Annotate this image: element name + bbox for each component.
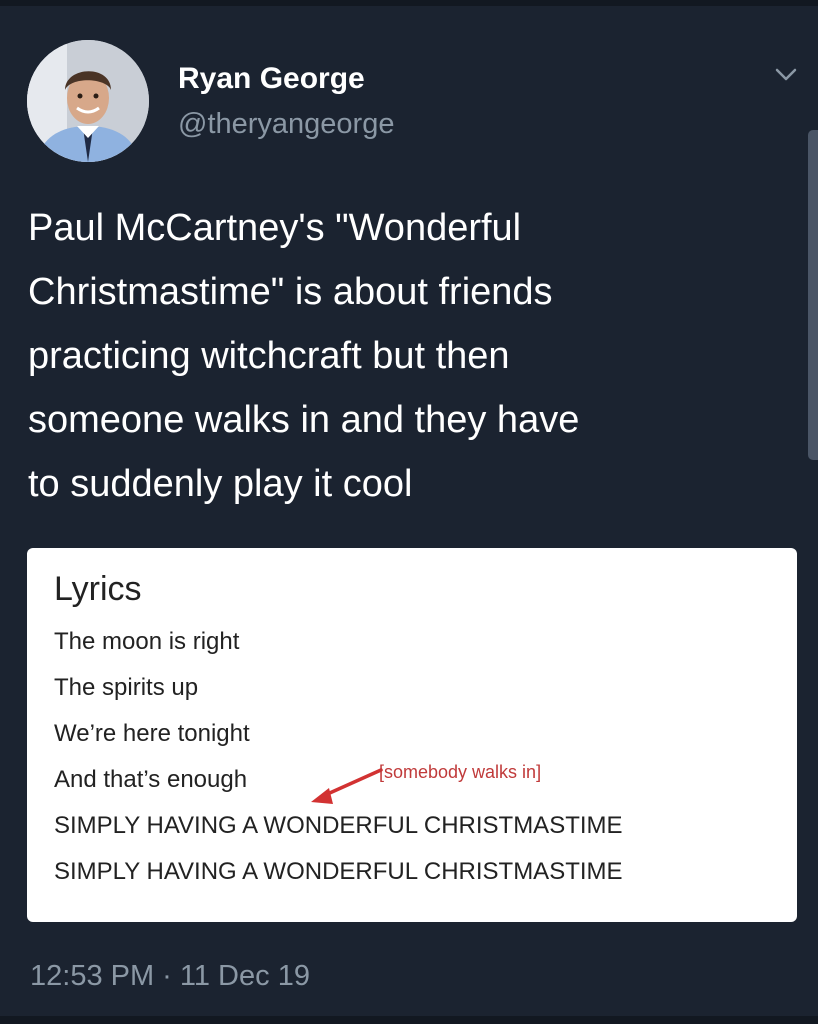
- lyric-line: And that’s enough: [54, 766, 248, 793]
- annotation-label: [somebody walks in]: [379, 762, 542, 782]
- person-avatar-icon: [27, 40, 149, 162]
- lyrics-card[interactable]: Lyrics The moon is right The spirits up …: [27, 548, 797, 922]
- tweet-timestamp[interactable]: 12:53 PM · 11 Dec 19: [30, 960, 310, 993]
- tweet-text-line: Christmastime" is about friends: [28, 271, 553, 313]
- lyric-line: SIMPLY HAVING A WONDERFUL CHRISTMASTIME: [54, 858, 623, 885]
- tweet: Ryan George @theryangeorge Paul McCartne…: [0, 0, 818, 1024]
- author-handle[interactable]: @theryangeorge: [178, 108, 394, 141]
- lyric-line: The spirits up: [54, 674, 199, 701]
- tweet-text-line: practicing witchcraft but then: [28, 335, 510, 377]
- lyric-line: SIMPLY HAVING A WONDERFUL CHRISTMASTIME: [54, 812, 623, 839]
- tweet-text: Paul McCartney's "Wonderful Christmastim…: [28, 196, 798, 516]
- lyrics-title: Lyrics: [54, 570, 142, 608]
- lyric-line: We’re here tonight: [54, 720, 250, 747]
- tweet-text-line: someone walks in and they have: [28, 399, 580, 441]
- lyric-line: The moon is right: [54, 628, 240, 655]
- tweet-text-line: to suddenly play it cool: [28, 463, 413, 505]
- author-name[interactable]: Ryan George: [178, 62, 365, 96]
- scrollbar-thumb[interactable]: [808, 130, 818, 460]
- bottom-edge: [0, 1016, 818, 1024]
- red-arrow-icon: [311, 768, 383, 804]
- avatar[interactable]: [27, 40, 149, 162]
- tweet-text-line: Paul McCartney's "Wonderful: [28, 207, 522, 249]
- chevron-down-icon[interactable]: [772, 60, 800, 88]
- top-edge: [0, 0, 818, 6]
